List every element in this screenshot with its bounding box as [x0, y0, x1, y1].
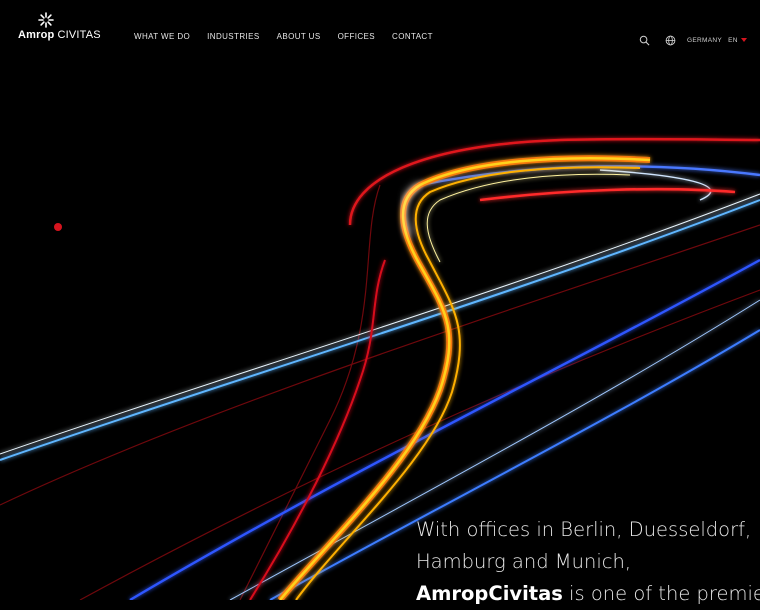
nav-what-we-do[interactable]: WHAT WE DO [134, 32, 190, 41]
sunburst-logo-icon [38, 12, 54, 28]
logo-bold: Amrop [18, 29, 55, 41]
headline-line-3: AmropCivitas is one of the premier [416, 578, 760, 610]
logo[interactable]: Amrop CIVITAS [18, 12, 101, 44]
headline-line-1: With offices in Berlin, Duesseldorf, [416, 518, 752, 541]
logo-light: CIVITAS [57, 29, 101, 41]
slide-indicator-dot[interactable] [54, 223, 62, 231]
logo-wordmark: Amrop CIVITAS [18, 29, 101, 41]
nav-contact[interactable]: CONTACT [392, 32, 433, 41]
headline-line-2: Hamburg and Munich, [416, 550, 632, 573]
headline-brand: AmropCivitas [416, 582, 563, 605]
chevron-down-icon[interactable] [741, 38, 747, 42]
country-language-selector[interactable]: GERMANY EN [687, 37, 738, 44]
search-icon[interactable] [639, 35, 650, 46]
language-label: EN [728, 37, 738, 44]
main-nav: WHAT WE DO INDUSTRIES ABOUT US OFFICES C… [134, 32, 433, 41]
country-label: GERMANY [687, 37, 722, 44]
nav-about-us[interactable]: ABOUT US [277, 32, 321, 41]
headline-line-3-rest: is one of the premier [562, 582, 760, 605]
hero-light-trails-image [0, 0, 760, 600]
nav-offices[interactable]: OFFICES [338, 32, 375, 41]
globe-icon[interactable] [665, 35, 676, 46]
nav-industries[interactable]: INDUSTRIES [207, 32, 259, 41]
site-header: Amrop CIVITAS WHAT WE DO INDUSTRIES ABOUT… [0, 0, 760, 70]
hero-headline: With offices in Berlin, Duesseldorf, Ham… [416, 514, 760, 610]
